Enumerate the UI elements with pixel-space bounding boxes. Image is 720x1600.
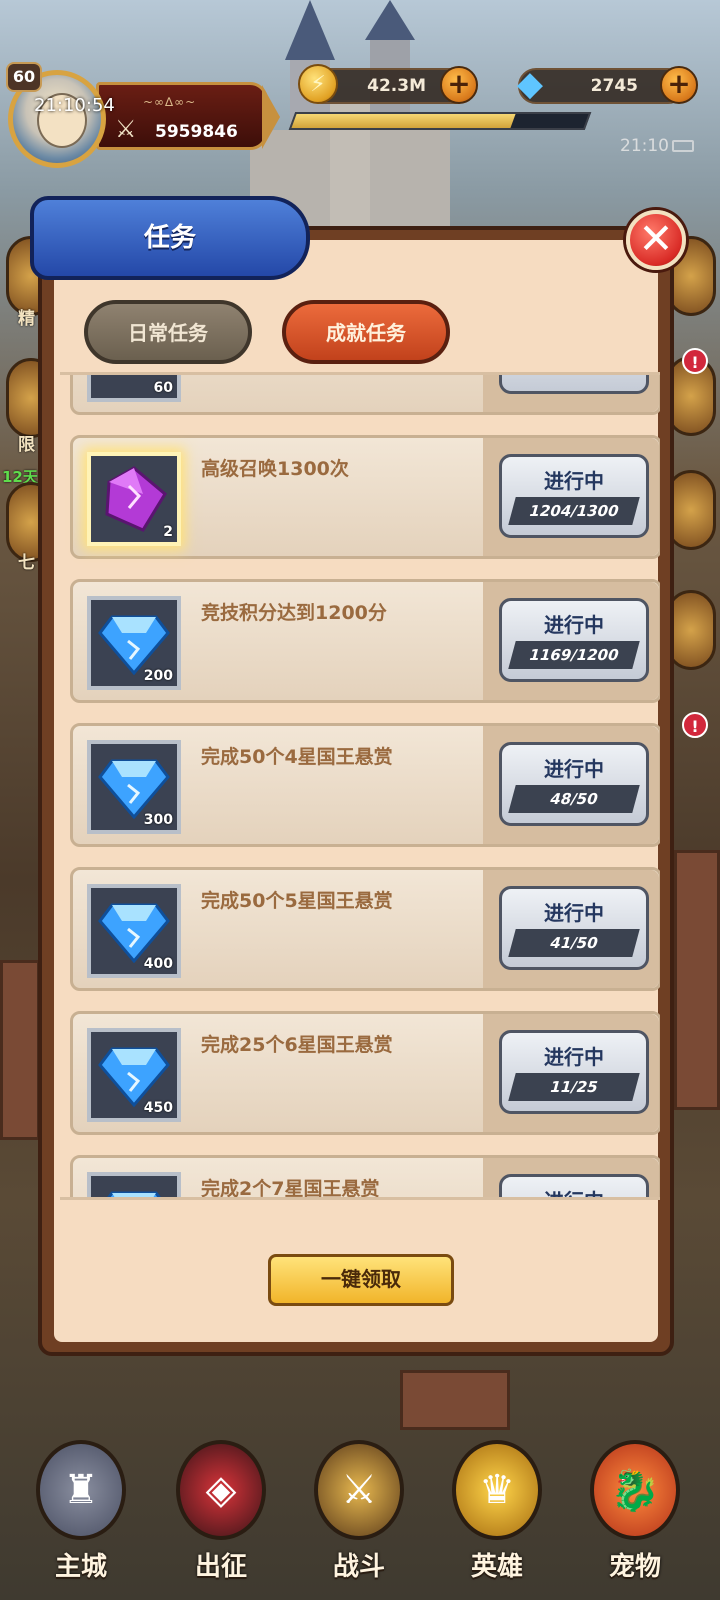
task-description: 完成50个4星国王悬赏 [201, 746, 393, 768]
task-status-button[interactable]: 进行中 1169/1200 [499, 598, 649, 682]
player-level-badge: 60 [6, 62, 42, 92]
blue-gem-icon [98, 903, 170, 963]
task-card: 200 竞技积分达到1200分 进行中 1169/1200 [70, 579, 660, 703]
reward-icon-frame: 400 [87, 884, 181, 978]
power-plate: ~∞∆∞~ ⚔ 5959846 [96, 82, 268, 150]
battle-icon: ⚔ [314, 1440, 404, 1540]
blue-gem-icon [98, 615, 170, 675]
task-card: 450 完成25个6星国王悬赏 进行中 11/25 [70, 1011, 660, 1135]
tab-achievement-tasks[interactable]: 成就任务 [282, 300, 450, 364]
reward-icon-frame [87, 1172, 181, 1197]
nav-label: 战斗 [332, 1552, 385, 1582]
castle-tower-icon: ♜ [36, 1440, 126, 1540]
task-status-label: 进行中 [502, 1185, 646, 1197]
task-card: 完成2个7星国王悬赏 进行中 [70, 1155, 660, 1200]
bottom-navigation: ♜ 主城 ◈ 出征 ⚔ 战斗 ♛ 英雄 🐉 宠物 [0, 1420, 720, 1600]
add-gold-button[interactable]: + [440, 66, 478, 104]
side-label-2: 限 [18, 435, 35, 455]
task-progress: 11/25 [508, 1073, 640, 1101]
task-status-button[interactable]: 进行中 41/50 [499, 886, 649, 970]
alert-badge: ! [682, 348, 708, 374]
reward-icon-frame: 300 [87, 740, 181, 834]
side-label-1: 精 [18, 309, 35, 329]
nav-item-heroes[interactable]: ♛ 英雄 [442, 1440, 552, 1590]
task-description: 完成2个7星国王悬赏 [201, 1178, 380, 1200]
expedition-icon: ◈ [176, 1440, 266, 1540]
experience-fill [291, 114, 516, 128]
reward-icon-frame: 2 [87, 452, 181, 546]
clock-overlay: 21:10:54 [34, 95, 115, 116]
task-card: 300 完成50个4星国王悬赏 进行中 48/50 [70, 723, 660, 847]
pet-dragon-icon: 🐉 [590, 1440, 680, 1540]
ornament-icon: ~∞∆∞~ [143, 95, 197, 109]
task-status-label: 进行中 [544, 1045, 604, 1069]
task-list[interactable]: 60 2 高级召唤1300次 进行中 1204/1300 200 竞技积分达到1… [60, 372, 660, 1200]
side-label-3: 七 [18, 553, 35, 573]
task-progress: 1169/1200 [508, 641, 640, 669]
task-status-label: 进行中 [544, 901, 604, 925]
reward-count: 200 [143, 668, 173, 684]
system-time: 21:10 [620, 136, 669, 156]
claim-all-button[interactable]: 一键领取 [268, 1254, 454, 1306]
task-status-label: 进行中 [544, 469, 604, 493]
background-house [674, 850, 720, 1110]
blue-gem-icon [98, 1047, 170, 1107]
task-progress: 48/50 [508, 785, 640, 813]
tab-daily-tasks[interactable]: 日常任务 [84, 300, 252, 364]
dialog-title: 任务 [30, 196, 310, 280]
experience-bar [288, 112, 592, 130]
battery-icon [672, 140, 694, 152]
background-house [0, 960, 40, 1140]
nav-item-main-city[interactable]: ♜ 主城 [26, 1440, 136, 1590]
task-status-button[interactable]: 进行中 48/50 [499, 742, 649, 826]
reward-icon-frame: 60 [87, 375, 181, 402]
gold-coin-icon: ⚡ [298, 64, 338, 104]
task-status-button[interactable] [499, 375, 649, 394]
reward-count: 60 [153, 380, 173, 396]
gem-value: 2745 [590, 76, 638, 96]
task-card: 2 高级召唤1300次 进行中 1204/1300 [70, 435, 660, 559]
task-card: 400 完成50个5星国王悬赏 进行中 41/50 [70, 867, 660, 991]
reward-icon-frame: 200 [87, 596, 181, 690]
hero-icon: ♛ [452, 1440, 542, 1540]
close-button[interactable]: ✕ [626, 210, 686, 270]
task-description: 竞技积分达到1200分 [201, 602, 387, 624]
nav-item-pets[interactable]: 🐉 宠物 [580, 1440, 690, 1590]
nav-label: 宠物 [608, 1552, 661, 1582]
add-gem-button[interactable]: + [660, 66, 698, 104]
task-description: 完成50个5星国王悬赏 [201, 890, 393, 912]
nav-item-expedition[interactable]: ◈ 出征 [166, 1440, 276, 1590]
task-description: 完成25个6星国王悬赏 [201, 1034, 393, 1056]
task-status-button[interactable]: 进行中 [499, 1174, 649, 1197]
nav-item-battle[interactable]: ⚔ 战斗 [304, 1440, 414, 1590]
task-status-button[interactable]: 进行中 1204/1300 [499, 454, 649, 538]
reward-count: 300 [143, 812, 173, 828]
power-value: 5959846 [155, 122, 238, 142]
task-progress: 1204/1300 [508, 497, 640, 525]
task-description: 高级召唤1300次 [201, 458, 349, 480]
gem-icon: ◆ [516, 64, 544, 104]
nav-label: 出征 [194, 1552, 247, 1582]
alert-badge: ! [682, 712, 708, 738]
dialog-body: 日常任务 成就任务 60 2 高级召唤1300次 进行中 1204/1300 2… [54, 240, 660, 1342]
task-status-label: 进行中 [544, 613, 604, 637]
crossed-swords-icon: ⚔ [115, 115, 137, 143]
task-dialog: 任务 ✕ 日常任务 成就任务 60 2 高级召唤1300次 进行中 1204/1… [30, 196, 686, 1356]
power-arrow-icon [262, 85, 280, 149]
reward-count: 450 [143, 1100, 173, 1116]
blue-gem-icon [107, 1191, 161, 1197]
task-card-partial: 60 [70, 375, 660, 415]
task-progress: 41/50 [508, 929, 640, 957]
nav-label: 主城 [54, 1552, 107, 1582]
reward-count: 2 [163, 524, 173, 540]
reward-count: 400 [143, 956, 173, 972]
blue-gem-icon [98, 759, 170, 819]
nav-label: 英雄 [470, 1552, 523, 1582]
gold-value: 42.3M [367, 76, 426, 96]
reward-icon-frame: 450 [87, 1028, 181, 1122]
task-status-button[interactable]: 进行中 11/25 [499, 1030, 649, 1114]
task-status-label: 进行中 [544, 757, 604, 781]
purple-crystal-icon [105, 466, 167, 532]
